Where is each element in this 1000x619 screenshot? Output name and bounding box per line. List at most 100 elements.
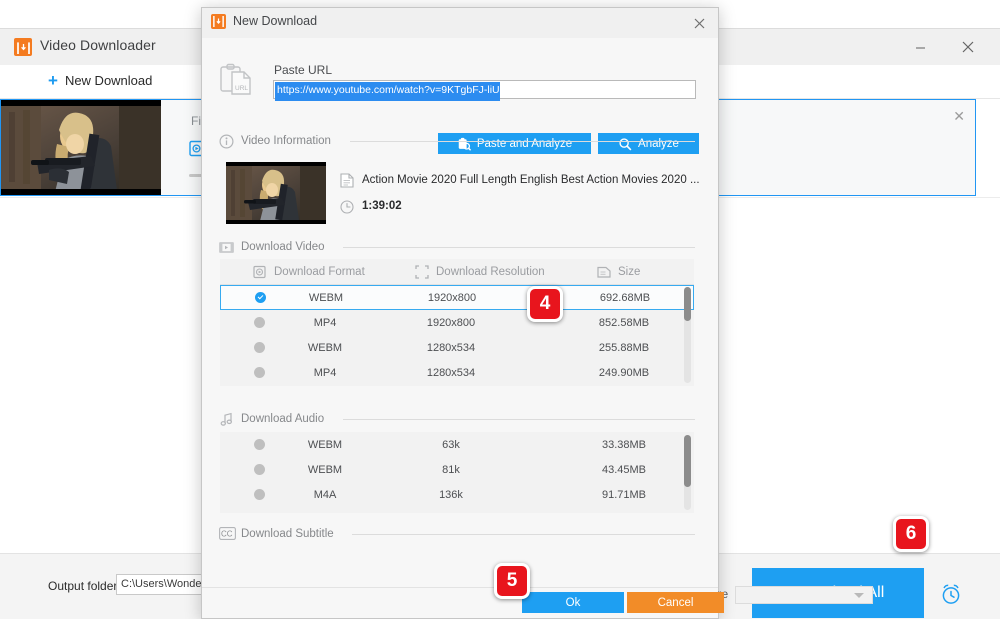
download-audio-label: Download Audio bbox=[241, 413, 324, 425]
cell-resolution: 1920x800 bbox=[391, 317, 511, 329]
magnifier-icon bbox=[618, 137, 632, 151]
column-download-resolution: Download Resolution bbox=[415, 265, 585, 279]
video-table-scrollbar[interactable] bbox=[684, 287, 691, 383]
cell-format: WEBM bbox=[279, 464, 371, 476]
music-note-icon bbox=[219, 412, 234, 427]
cancel-button[interactable]: Cancel bbox=[627, 592, 724, 613]
clipboard-search-icon bbox=[457, 137, 471, 151]
chevron-down-icon bbox=[854, 593, 864, 598]
row-radio[interactable] bbox=[254, 342, 265, 353]
download-video-table-header: Download Format Download Resolution bbox=[220, 259, 694, 285]
dialog-title: New Download bbox=[233, 14, 317, 28]
svg-text:URL: URL bbox=[235, 85, 248, 92]
film-icon bbox=[219, 240, 234, 255]
column-label: Download Format bbox=[274, 266, 365, 278]
column-download-format: Download Format bbox=[253, 265, 403, 279]
download-audio-section-header: Download Audio bbox=[219, 411, 324, 427]
video-information-label: Video Information bbox=[241, 135, 331, 147]
document-icon bbox=[340, 173, 354, 188]
analyze-button[interactable]: Analyze bbox=[598, 133, 699, 154]
format-icon bbox=[253, 265, 267, 279]
audio-table-scrollbar[interactable] bbox=[684, 435, 691, 510]
cell-resolution: 1280x534 bbox=[391, 342, 511, 354]
ok-button[interactable]: Ok bbox=[522, 592, 624, 613]
dialog-close-icon[interactable] bbox=[688, 13, 710, 33]
row-radio[interactable] bbox=[254, 489, 265, 500]
row-radio[interactable] bbox=[254, 464, 265, 475]
minimize-button[interactable] bbox=[898, 29, 942, 65]
section-divider bbox=[352, 534, 695, 535]
column-label: Download Resolution bbox=[436, 266, 545, 278]
paste-url-icon: URL bbox=[219, 62, 253, 98]
new-download-dialog: New Download URL Paste URL https://www.y… bbox=[201, 7, 719, 619]
output-folder-label: Output folder: bbox=[48, 579, 121, 593]
table-row[interactable]: MP41920x800852.58MB bbox=[220, 310, 694, 335]
audio-table-scroll-thumb[interactable] bbox=[684, 435, 691, 487]
app-title: Video Downloader bbox=[40, 37, 156, 53]
row-radio[interactable] bbox=[254, 439, 265, 450]
cell-format: MP4 bbox=[279, 367, 371, 379]
section-divider bbox=[350, 141, 695, 142]
section-divider bbox=[343, 419, 695, 420]
row-radio[interactable] bbox=[254, 317, 265, 328]
size-icon bbox=[597, 265, 611, 279]
cc-icon: CC bbox=[219, 527, 234, 542]
dialog-logo-icon bbox=[211, 14, 226, 29]
row-radio[interactable] bbox=[255, 292, 266, 303]
download-audio-table: WEBM63k33.38MBWEBM81k43.45MBM4A136k91.71… bbox=[220, 432, 694, 513]
cell-size: 692.68MB bbox=[570, 292, 680, 304]
cell-size: 43.45MB bbox=[569, 464, 679, 476]
analyze-label: Analyze bbox=[638, 138, 679, 150]
table-row[interactable]: WEBM63k33.38MB bbox=[220, 432, 694, 457]
cell-resolution: 1920x800 bbox=[392, 292, 512, 304]
cell-size: 255.88MB bbox=[569, 342, 679, 354]
cell-format: M4A bbox=[279, 489, 371, 501]
cell-format: WEBM bbox=[279, 342, 371, 354]
url-input-value: https://www.youtube.com/watch?v=9KTgbFJ-… bbox=[275, 82, 500, 101]
download-item-close-icon[interactable]: ✕ bbox=[953, 108, 965, 125]
table-row[interactable]: WEBM 1920x800 692.68MB bbox=[220, 285, 694, 310]
cell-size: 91.71MB bbox=[569, 489, 679, 501]
dialog-body: URL Paste URL https://www.youtube.com/wa… bbox=[202, 38, 718, 589]
column-label: Size bbox=[618, 266, 640, 278]
language-select[interactable] bbox=[735, 586, 873, 604]
close-window-button[interactable] bbox=[946, 29, 990, 65]
video-information-section-header: Video Information bbox=[219, 133, 331, 149]
download-item-thumbnail bbox=[1, 100, 161, 195]
download-video-label: Download Video bbox=[241, 241, 325, 253]
table-row[interactable]: WEBM81k43.45MB bbox=[220, 457, 694, 482]
download-subtitle-label: Download Subtitle bbox=[241, 528, 334, 540]
cell-size: 852.58MB bbox=[569, 317, 679, 329]
clock-icon bbox=[340, 200, 354, 214]
alarm-clock-icon[interactable] bbox=[938, 581, 964, 607]
svg-text:CC: CC bbox=[221, 529, 233, 538]
download-audio-rows: WEBM63k33.38MBWEBM81k43.45MBM4A136k91.71… bbox=[220, 432, 694, 507]
plus-icon: + bbox=[48, 72, 58, 89]
video-table-scroll-thumb[interactable] bbox=[684, 287, 691, 321]
table-row[interactable]: M4A136k91.71MB bbox=[220, 482, 694, 507]
column-size: Size bbox=[597, 265, 640, 279]
row-radio[interactable] bbox=[254, 367, 265, 378]
url-input[interactable]: https://www.youtube.com/watch?v=9KTgbFJ-… bbox=[273, 80, 696, 99]
table-row[interactable]: WEBM 1280x534 255.88MB bbox=[220, 335, 694, 360]
video-thumbnail bbox=[226, 162, 326, 224]
paste-and-analyze-label: Paste and Analyze bbox=[477, 138, 572, 150]
new-download-button[interactable]: + New Download bbox=[48, 72, 152, 89]
info-icon bbox=[219, 134, 234, 149]
cell-size: 33.38MB bbox=[569, 439, 679, 451]
cell-format: WEBM bbox=[280, 292, 372, 304]
app-logo-icon bbox=[14, 38, 32, 56]
section-divider bbox=[343, 247, 695, 248]
table-row[interactable]: MP41280x534249.90MB bbox=[220, 360, 694, 385]
annotation-badge-6: 6 bbox=[893, 516, 929, 552]
download-video-rows: WEBM 1920x800 692.68MB MP4 1920x800 852.58MB W… bbox=[220, 285, 694, 385]
new-download-label: New Download bbox=[65, 73, 152, 88]
dialog-footer: Ok Cancel bbox=[202, 587, 718, 618]
download-subtitle-section-header: CC Download Subtitle bbox=[219, 526, 334, 542]
download-video-section-header: Download Video bbox=[219, 239, 325, 255]
resolution-icon bbox=[415, 265, 429, 279]
annotation-badge-5: 5 bbox=[494, 563, 530, 599]
annotation-badge-4: 4 bbox=[527, 286, 563, 322]
cell-size: 249.90MB bbox=[569, 367, 679, 379]
paste-and-analyze-button[interactable]: Paste and Analyze bbox=[438, 133, 591, 154]
